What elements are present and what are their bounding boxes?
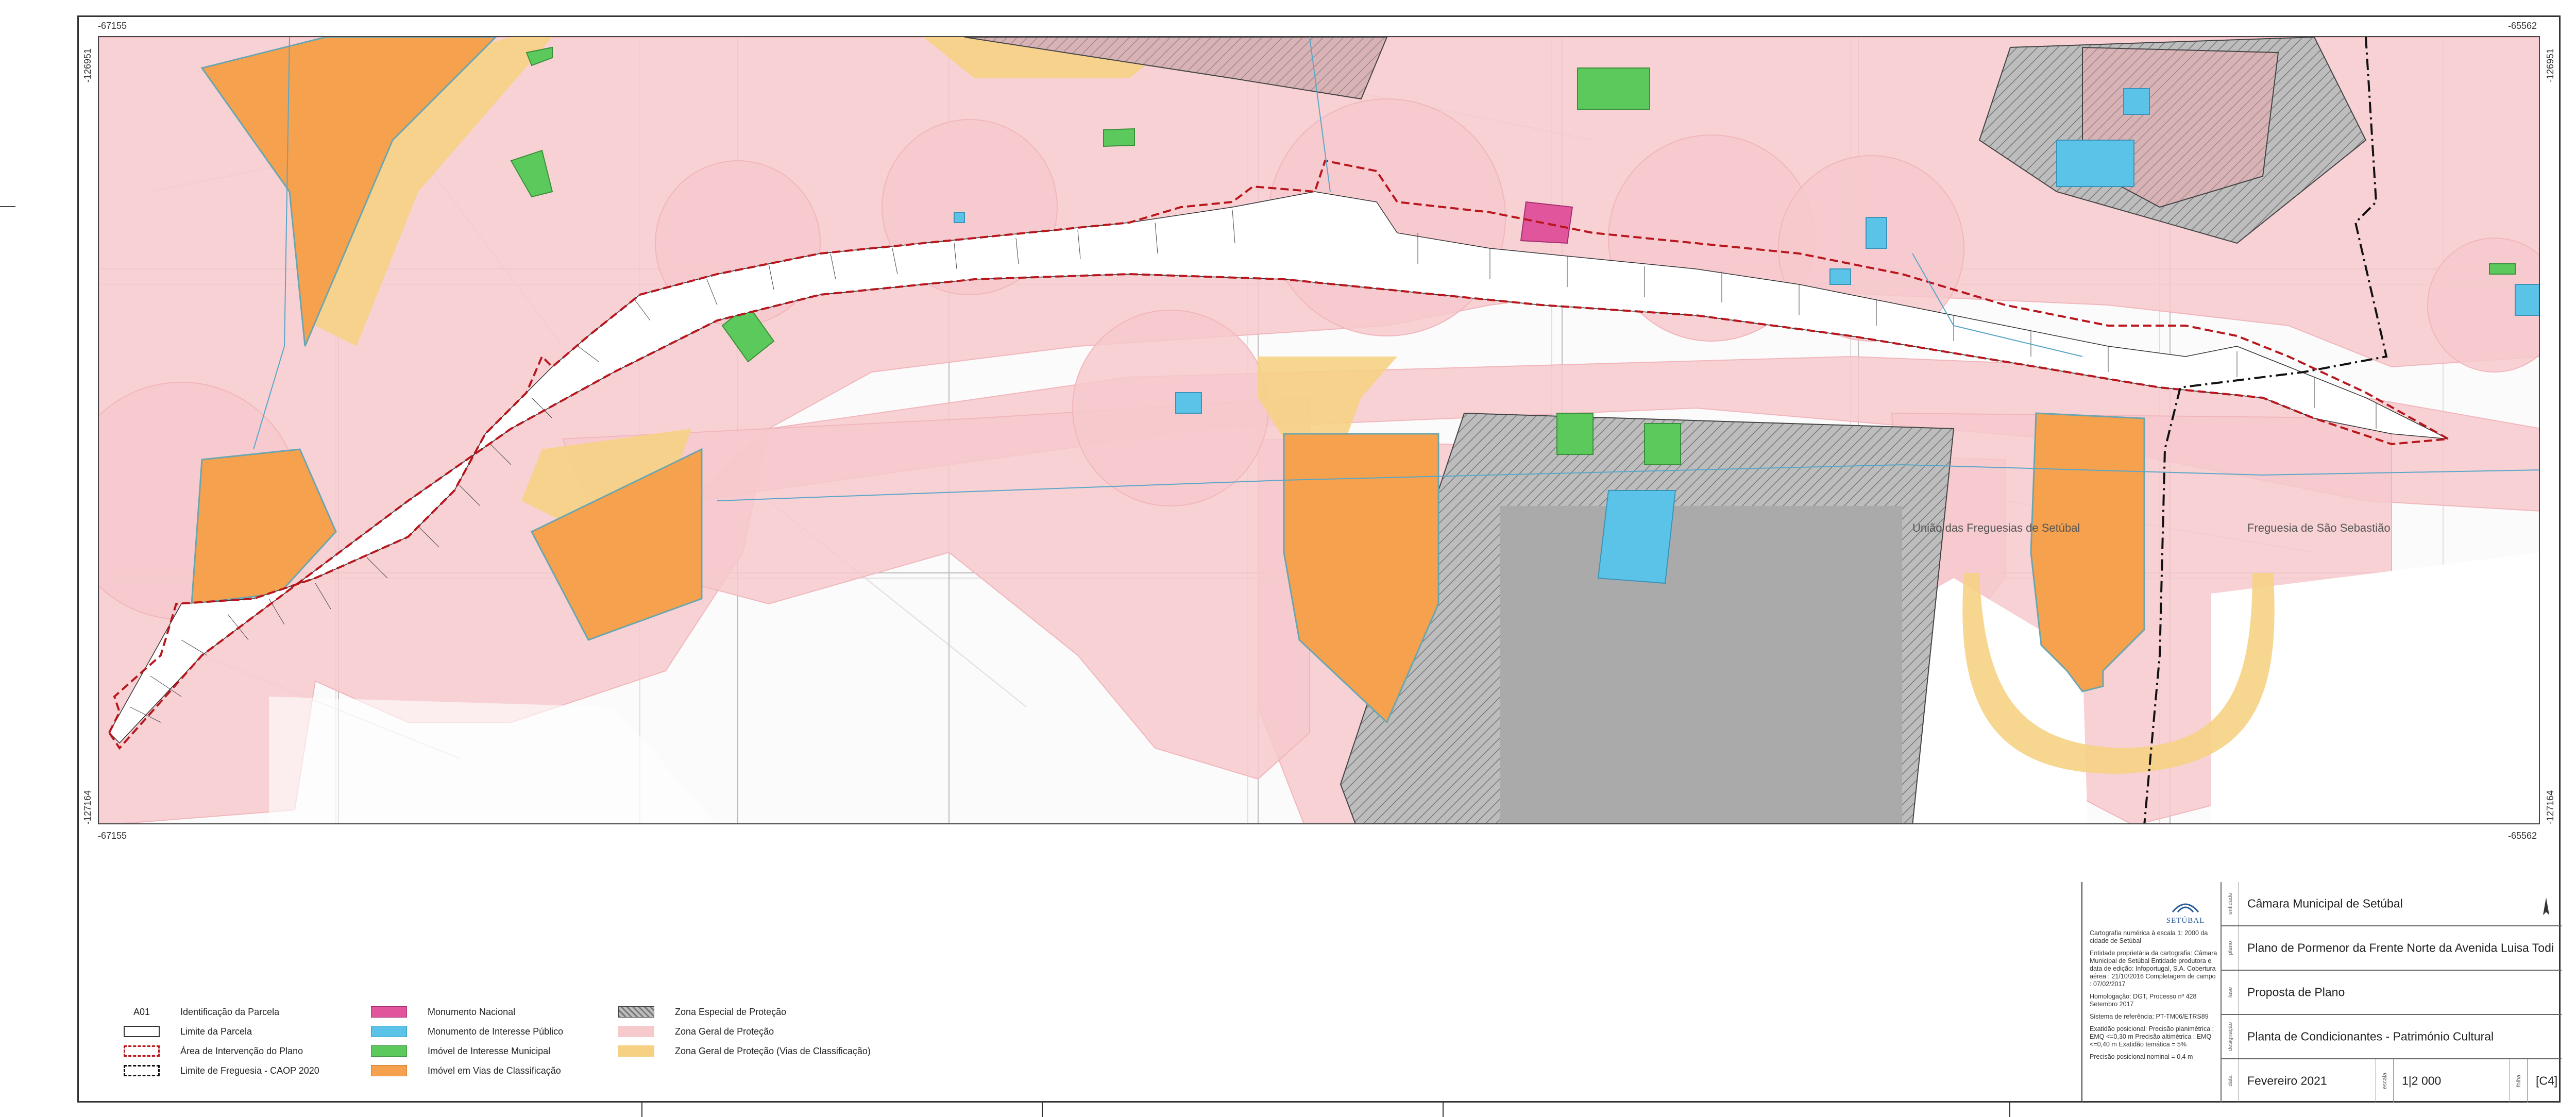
value-folha: [C4]: [2536, 1074, 2558, 1088]
coord-right-top: -126951: [2545, 48, 2555, 82]
coord-left-bottom: -127164: [82, 790, 93, 824]
legend-item-identificacao: A01 Identificação da Parcela: [124, 1005, 279, 1019]
note: Sistema de referência: PT-TM06/ETRS89: [2090, 1013, 2209, 1020]
note: Entidade proprietária da cartografia: Câ…: [2090, 950, 2217, 988]
row-designacao: designação Planta de Condicionantes - Pa…: [2222, 1015, 2562, 1059]
cell-data: data Fevereiro 2021: [2222, 1059, 2376, 1103]
north-arrow-icon: [2543, 898, 2549, 915]
legend-item-zona-especial: Zona Especial de Proteção: [618, 1005, 786, 1019]
coord-bottom-right: -65562: [2508, 831, 2537, 841]
legend-item-vias-classificacao: Imóvel em Vias de Classificação: [371, 1063, 561, 1078]
cell-escala: escala 1|2 000: [2376, 1059, 2510, 1103]
row-fase: fase Proposta de Plano: [2222, 971, 2562, 1015]
fold-mark: [2009, 1103, 2010, 1117]
note: Cartografia numérica à escala 1: 2000 da…: [2090, 929, 2208, 944]
swatch-zona-geral-vias: [618, 1045, 654, 1057]
value-plano: Plano de Pormenor da Frente Norte da Ave…: [2247, 941, 2554, 955]
value-entidade: Câmara Municipal de Setúbal: [2247, 896, 2403, 910]
swatch-limite-parcela: [124, 1026, 160, 1037]
logo-text: SETÚBAL: [2166, 917, 2205, 925]
legend-item-zona-geral: Zona Geral de Proteção: [618, 1024, 774, 1039]
legend-label: Zona Geral de Proteção: [675, 1026, 774, 1037]
label-plano: plano: [2227, 941, 2233, 955]
value-designacao: Planta de Condicionantes - Património Cu…: [2247, 1029, 2494, 1043]
legend-label: Limite da Parcela: [180, 1026, 252, 1037]
note: Precisão posicional nominal = 0,4 m: [2090, 1053, 2193, 1060]
legend-label: Área de Intervenção do Plano: [180, 1045, 303, 1056]
swatch-limite-freguesia: [124, 1065, 160, 1076]
legend: A01 Identificação da Parcela Limite da P…: [124, 1005, 896, 1087]
row-entidade: entidade Câmara Municipal de Setúbal: [2222, 882, 2562, 926]
legend-label: Zona Geral de Proteção (Vias de Classifi…: [675, 1045, 871, 1056]
swatch-area-intervencao: [124, 1045, 160, 1057]
swatch-interesse-municipal: [371, 1045, 407, 1057]
legend-item-interesse-publico: Monumento de Interesse Público: [371, 1024, 563, 1039]
legend-item-zona-geral-vias: Zona Geral de Proteção (Vias de Classifi…: [618, 1044, 871, 1058]
coord-right-bottom: -127164: [2545, 790, 2555, 824]
label-entidade: entidade: [2227, 892, 2233, 915]
legend-item-monumento-nacional: Monumento Nacional: [371, 1005, 515, 1019]
swatch-zona-geral: [618, 1026, 654, 1037]
coord-bottom-left: -67155: [98, 831, 127, 841]
map-svg: [99, 37, 2539, 823]
cell-folha: folha [C4]: [2510, 1059, 2562, 1103]
value-escala: 1|2 000: [2402, 1074, 2442, 1088]
legend-code: A01: [133, 1006, 150, 1017]
legend-label: Monumento de Interesse Público: [428, 1026, 564, 1037]
coord-top-left: -67155: [98, 21, 127, 31]
swatch-zona-especial: [618, 1006, 654, 1018]
legend-label: Imóvel de Interesse Municipal: [428, 1045, 551, 1056]
legend-item-area-intervencao: Área de Intervenção do Plano: [124, 1044, 303, 1058]
label-folha: folha: [2515, 1075, 2522, 1087]
value-fase: Proposta de Plano: [2247, 985, 2345, 999]
legend-label: Zona Especial de Proteção: [675, 1006, 787, 1017]
label-data: data: [2227, 1075, 2233, 1087]
label-uniao-freguesias: União das Freguesias de Setúbal: [1912, 521, 2080, 534]
cartography-notes: Cartografia numérica à escala 1: 2000 da…: [2090, 929, 2218, 1065]
map-canvas[interactable]: União das Freguesias de Setúbal Freguesi…: [98, 36, 2540, 824]
fold-mark: [641, 1103, 642, 1117]
logo: SETÚBAL: [2160, 896, 2211, 925]
label-fase: fase: [2227, 987, 2233, 998]
value-data: Fevereiro 2021: [2247, 1074, 2327, 1088]
legend-item-limite-parcela: Limite da Parcela: [124, 1024, 252, 1039]
legend-item-limite-freguesia: Limite de Freguesia - CAOP 2020: [124, 1063, 319, 1078]
fold-mark: [1443, 1103, 1444, 1117]
note: Exatidão posicional: Precisão planimétri…: [2090, 1025, 2214, 1048]
coord-left-top: -126951: [82, 48, 93, 82]
coord-top-right: -65562: [2508, 21, 2537, 31]
label-freguesia-sao-sebastiao: Freguesia de São Sebastião: [2247, 521, 2391, 534]
legend-label: Monumento Nacional: [428, 1006, 516, 1017]
legend-label: Limite de Freguesia - CAOP 2020: [180, 1065, 319, 1076]
fold-mark: [1042, 1103, 1043, 1117]
legend-label: Imóvel em Vias de Classificação: [428, 1065, 561, 1076]
swatch-monumento-nacional: [371, 1006, 407, 1018]
legend-item-interesse-municipal: Imóvel de Interesse Municipal: [371, 1044, 550, 1058]
swatch-vias-classificacao: [371, 1065, 407, 1076]
margin-tick: [0, 206, 15, 207]
swatch-interesse-publico: [371, 1026, 407, 1037]
note: Homologação: DGT, Processo nº 428 Setemb…: [2090, 993, 2197, 1008]
title-block-notes-panel: SETÚBAL Cartografia numérica à escala 1:…: [2082, 882, 2222, 1103]
title-block: SETÚBAL Cartografia numérica à escala 1:…: [2081, 882, 2562, 1103]
row-plano: plano Plano de Pormenor da Frente Norte …: [2222, 926, 2562, 971]
row-data-escala-folha: data Fevereiro 2021 escala 1|2 000 folha…: [2222, 1059, 2562, 1103]
logo-mark-icon: [2172, 903, 2199, 912]
legend-label: Identificação da Parcela: [180, 1006, 280, 1017]
monumento-nacional-shape: [1520, 201, 1573, 244]
label-escala: escala: [2381, 1073, 2388, 1089]
label-designacao: designação: [2227, 1022, 2233, 1052]
